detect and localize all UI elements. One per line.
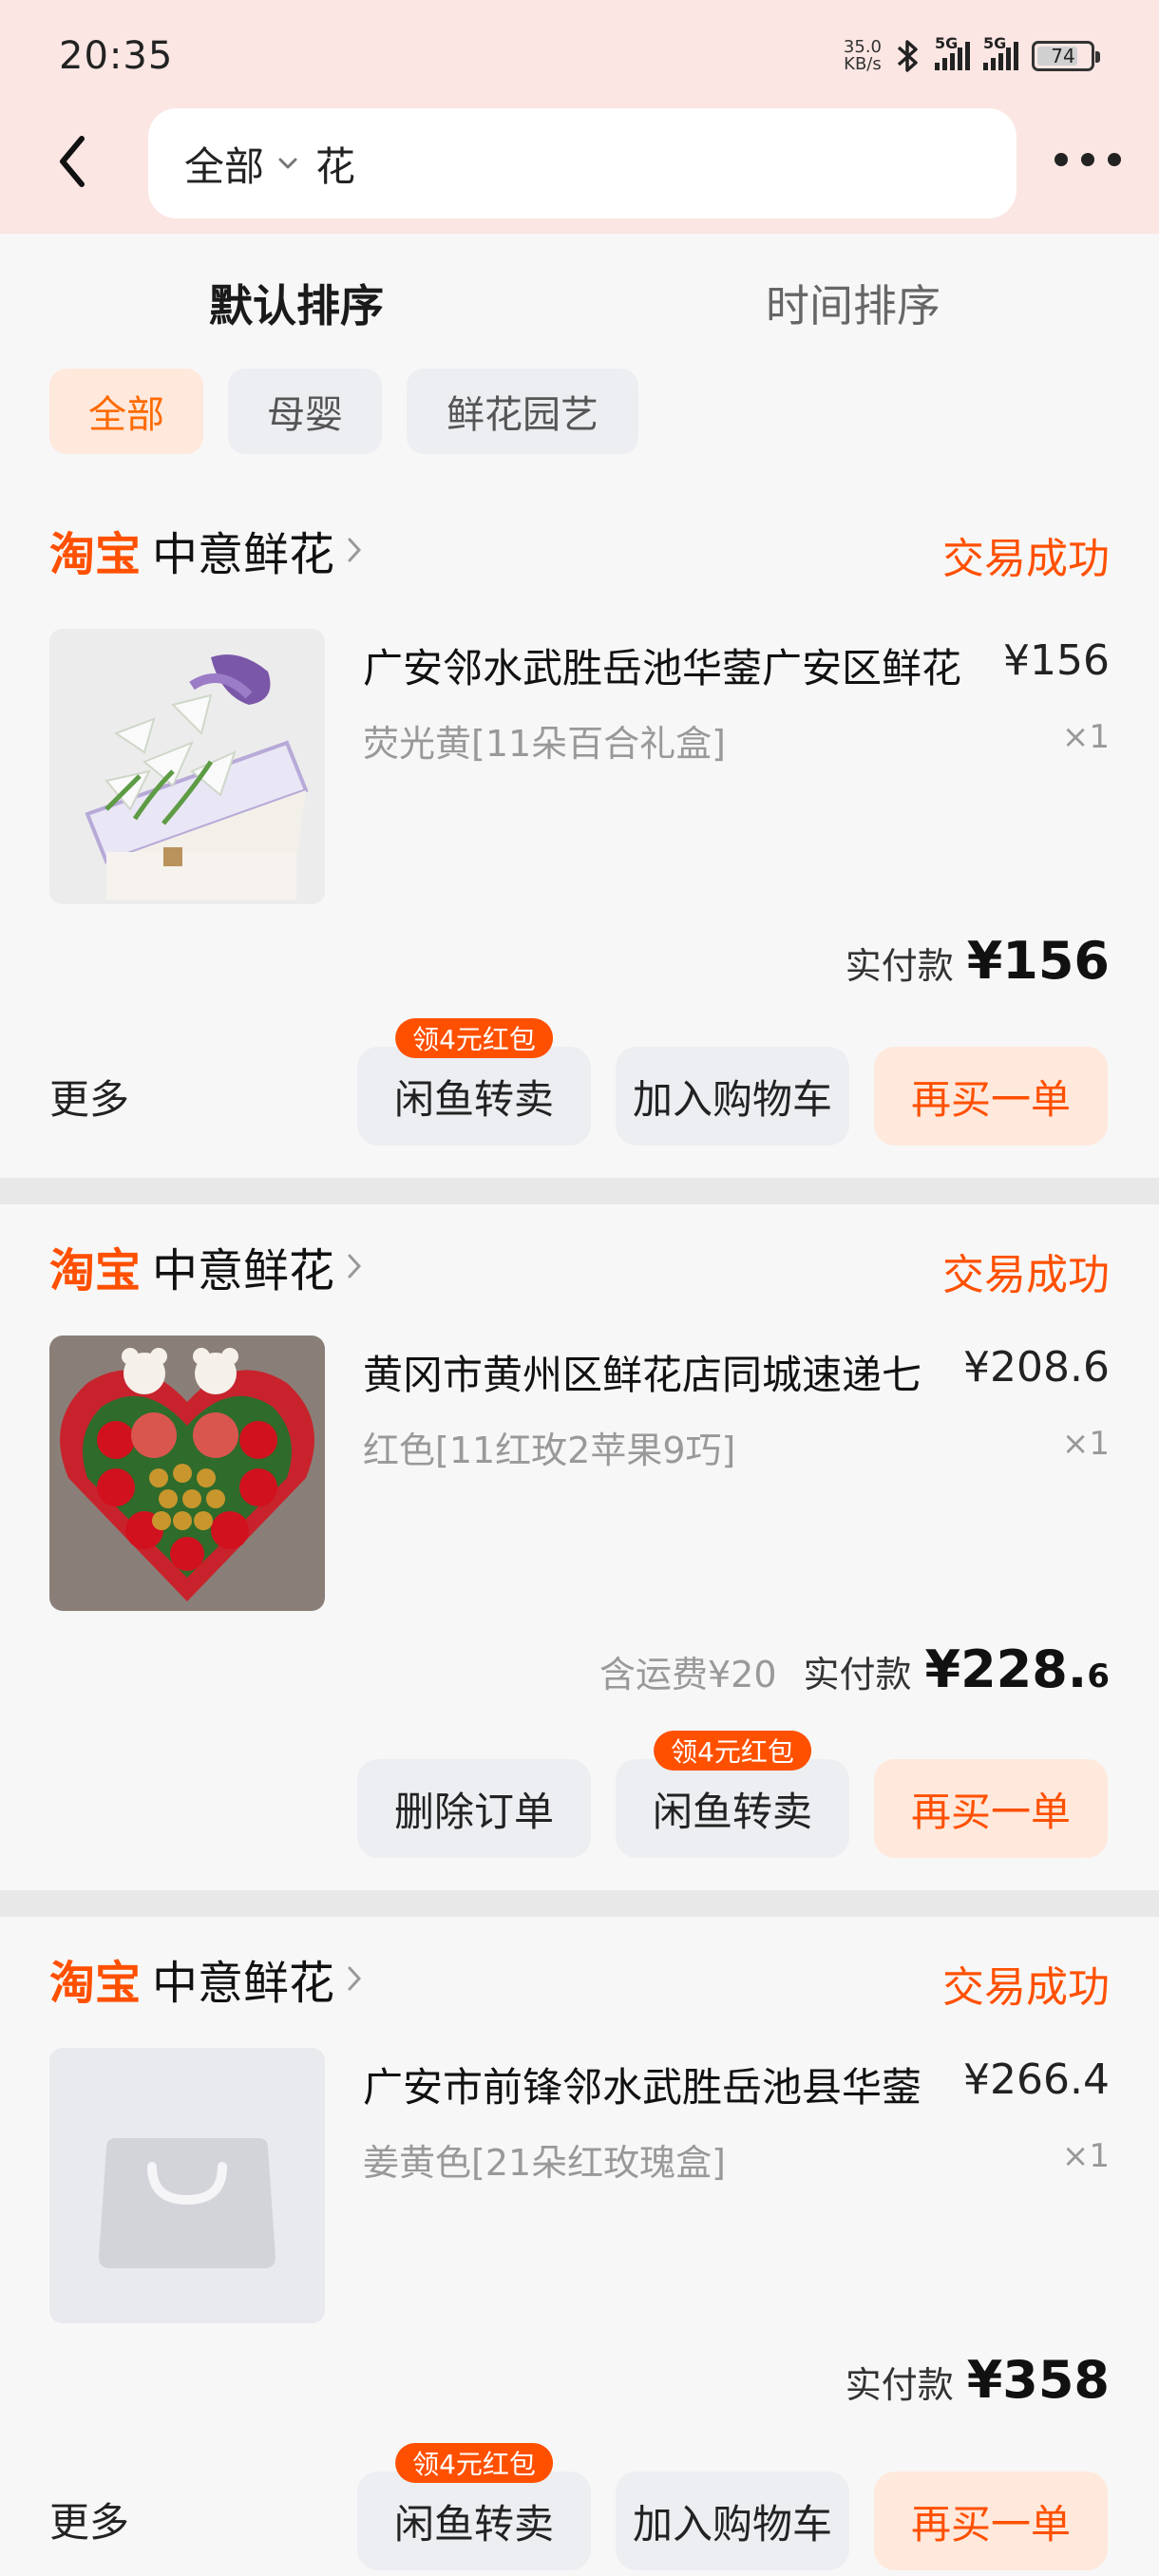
paid-amount: 实付款 ¥156 — [845, 931, 1110, 991]
filter-chip-all[interactable]: 全部 — [49, 369, 203, 454]
card-divider — [0, 1890, 1159, 1917]
shipping-fee: 含运费¥20 — [598, 1654, 777, 1695]
more-button[interactable]: 更多 — [49, 1068, 129, 1126]
filter-chip-flowers[interactable]: 鲜花园艺 — [407, 369, 638, 454]
product-image-placeholder[interactable] — [49, 2048, 325, 2323]
product-image-heart-box[interactable] — [49, 1335, 325, 1611]
paid-value: ¥228.6 — [924, 1639, 1110, 1699]
product-qty: ×1 — [1061, 1425, 1110, 1463]
paid-value: ¥358 — [966, 2350, 1110, 2410]
product-price: ¥266.4 — [963, 2055, 1110, 2104]
product-price: ¥208.6 — [963, 1343, 1110, 1392]
status-icons: 35.0 KB/s 5G 5G 74 — [843, 34, 1100, 78]
add-to-cart-button[interactable]: 加入购物车 — [616, 2472, 849, 2570]
product-qty: ×1 — [1061, 718, 1110, 756]
xianyu-resell-button[interactable]: 领4元红包 闲鱼转卖 — [357, 2443, 591, 2570]
search-input[interactable]: 全部 花 — [148, 108, 1016, 218]
battery-icon: 74 — [1032, 41, 1100, 71]
paid-amount: 含运费¥20 实付款 ¥228.6 — [598, 1639, 1110, 1699]
taobao-logo: 淘宝 — [49, 1957, 142, 2010]
net-speed: 35.0 KB/s — [843, 37, 882, 74]
paid-amount: 实付款 ¥358 — [845, 2350, 1110, 2410]
chevron-down-icon[interactable] — [277, 153, 298, 174]
product-sku: 姜黄色[21朵红玫瑰盒] — [363, 2142, 727, 2184]
order-status: 交易成功 — [942, 1251, 1110, 1299]
buy-again-button[interactable]: 再买一单 — [874, 1759, 1108, 1858]
shop-link[interactable]: 淘宝 中意鲜花 — [49, 517, 363, 583]
header: 20:35 35.0 KB/s 5G 5G 74 全部 花 — [0, 0, 1159, 234]
paid-value: ¥156 — [966, 931, 1110, 991]
product-image-lilies[interactable] — [49, 629, 325, 904]
shop-link[interactable]: 淘宝 中意鲜花 — [49, 1233, 363, 1299]
shop-link[interactable]: 淘宝 中意鲜花 — [49, 1945, 363, 2012]
search-query: 花 — [315, 142, 356, 190]
xianyu-resell-button[interactable]: 领4元红包 闲鱼转卖 — [357, 1018, 591, 1146]
order-status: 交易成功 — [942, 535, 1110, 583]
buy-again-button[interactable]: 再买一单 — [874, 1047, 1108, 1146]
order-card[interactable]: 淘宝 中意鲜花 交易成功 广安市前锋邻水武胜岳池县华蓥 ¥266.4 姜黄色[2… — [0, 1917, 1159, 2576]
sort-filter-bar: 默认排序 时间排序 全部 母婴 鲜花园艺 — [0, 234, 1159, 477]
coupon-badge: 领4元红包 — [395, 1018, 553, 1058]
back-icon[interactable] — [53, 133, 91, 190]
shop-name: 中意鲜花 — [152, 1957, 335, 2010]
xianyu-resell-button[interactable]: 领4元红包 闲鱼转卖 — [616, 1731, 849, 1858]
coupon-badge: 领4元红包 — [654, 1731, 811, 1771]
product-qty: ×1 — [1061, 2137, 1110, 2175]
shop-name: 中意鲜花 — [152, 528, 335, 581]
taobao-logo: 淘宝 — [49, 1244, 142, 1297]
order-card[interactable]: 淘宝 中意鲜花 交易成功 广安邻水武胜岳池华蓥广安区鲜花 ¥156 荧光黄[11… — [0, 477, 1159, 1178]
shopping-bag-icon — [49, 2048, 325, 2323]
buy-again-button[interactable]: 再买一单 — [874, 2472, 1108, 2570]
chevron-right-icon — [348, 1966, 362, 1991]
signal-icon: 5G — [935, 34, 970, 70]
bluetooth-icon — [897, 40, 918, 72]
more-icon[interactable] — [1054, 142, 1121, 177]
signal-icon-2: 5G — [983, 34, 1018, 70]
status-time: 20:35 — [59, 34, 174, 78]
add-to-cart-button[interactable]: 加入购物车 — [616, 1047, 849, 1146]
product-sku: 红色[11红玫2苹果9巧] — [363, 1430, 736, 1471]
taobao-logo: 淘宝 — [49, 528, 142, 581]
search-scope[interactable]: 全部 — [184, 135, 264, 193]
coupon-badge: 领4元红包 — [395, 2443, 553, 2483]
card-divider — [0, 1178, 1159, 1204]
chevron-right-icon — [348, 538, 362, 562]
product-title[interactable]: 黄冈市黄州区鲜花店同城速递七 — [363, 1343, 922, 1401]
product-sku: 荧光黄[11朵百合礼盒] — [363, 723, 727, 765]
order-status: 交易成功 — [942, 1963, 1110, 2012]
tab-time-sort[interactable]: 时间排序 — [766, 272, 940, 334]
delete-order-button[interactable]: 删除订单 — [357, 1759, 591, 1858]
chevron-right-icon — [348, 1254, 362, 1279]
shop-name: 中意鲜花 — [152, 1244, 335, 1297]
product-title[interactable]: 广安邻水武胜岳池华蓥广安区鲜花 — [363, 636, 961, 694]
product-price: ¥156 — [1003, 636, 1110, 685]
order-card[interactable]: 淘宝 中意鲜花 交易成功 黄冈市黄州区鲜花店同城速递七 ¥208.6 红色[11… — [0, 1204, 1159, 1890]
more-button[interactable]: 更多 — [49, 2491, 129, 2548]
product-title[interactable]: 广安市前锋邻水武胜岳池县华蓥 — [363, 2055, 922, 2113]
filter-chip-baby[interactable]: 母婴 — [228, 369, 382, 454]
tab-default-sort[interactable]: 默认排序 — [209, 272, 384, 334]
